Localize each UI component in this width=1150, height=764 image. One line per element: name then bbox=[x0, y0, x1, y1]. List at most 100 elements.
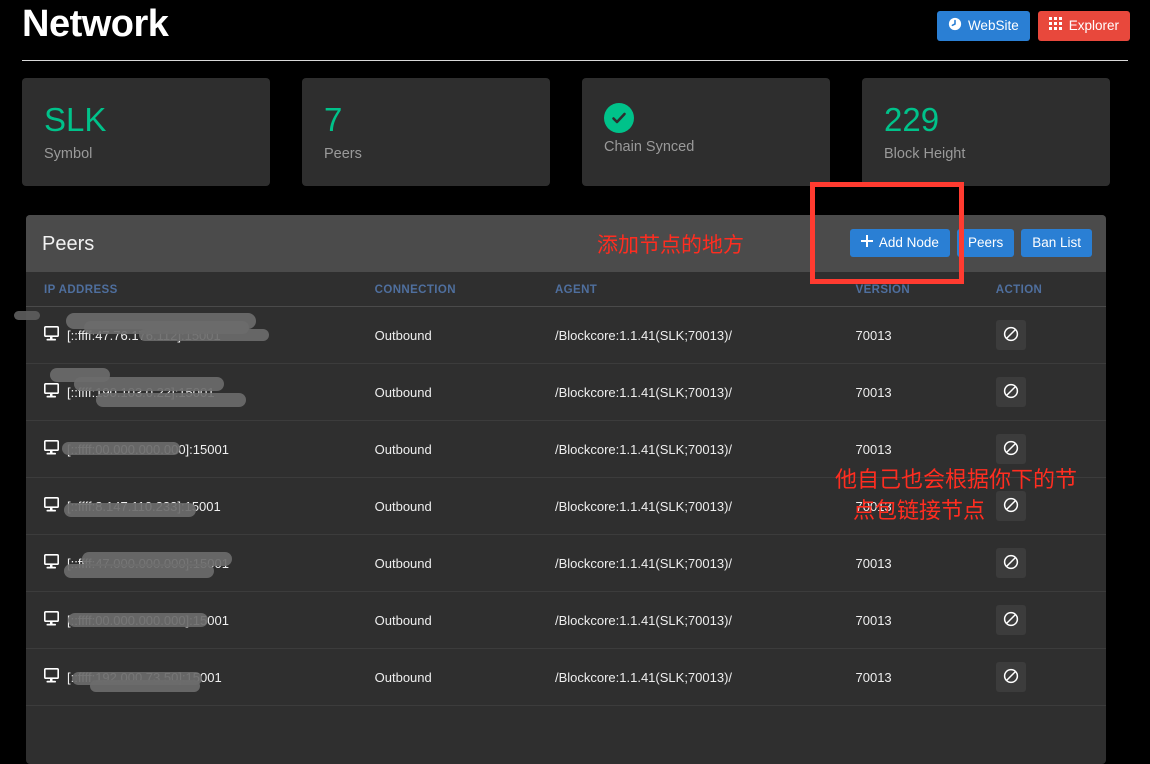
grid-icon bbox=[1048, 17, 1063, 35]
annotation-add-node-note: 添加节点的地方 bbox=[597, 234, 744, 257]
ban-peer-button[interactable] bbox=[995, 320, 1026, 350]
column-header-ip-address: IP ADDRESS bbox=[26, 272, 375, 307]
website-button-label: WebSite bbox=[967, 18, 1019, 33]
redaction-smudge bbox=[50, 368, 110, 382]
ban-icon bbox=[1003, 554, 1019, 573]
peer-ip-address: [::ffff:00.000.000.000]:15001 bbox=[67, 441, 229, 457]
column-header-agent: AGENT bbox=[554, 272, 856, 307]
peer-action-cell bbox=[995, 363, 1106, 421]
add-node-button[interactable]: Add Node bbox=[849, 229, 950, 257]
peer-connection: Outbound bbox=[374, 591, 555, 649]
chain-synced-label: Chain Synced bbox=[604, 139, 695, 155]
peer-ip-cell: [::ffff:00.000.000.000]:15001 bbox=[26, 591, 375, 649]
peer-ip-address: [::ffff:192.000.73.50]:15001 bbox=[67, 669, 222, 685]
peer-action-cell bbox=[995, 306, 1106, 364]
peer-ip-address: [::ffff:00.000.000.000]:15001 bbox=[67, 612, 229, 628]
symbol-label: Symbol bbox=[44, 146, 93, 162]
page-header: Network WebSite Explorer bbox=[0, 0, 1150, 66]
page-title: Network bbox=[22, 3, 169, 45]
ban-icon bbox=[1003, 668, 1019, 687]
block-height-label: Block Height bbox=[884, 146, 966, 162]
annotation-auto-connect-line2: 点包链接节点 bbox=[853, 498, 986, 523]
annotation-auto-connect-line1: 他自己也会根据你下的节 bbox=[835, 467, 1078, 492]
peer-version: 70013 bbox=[855, 591, 996, 649]
peer-ip-cell: [::ffff:47.76.176.112]:15001 bbox=[26, 306, 375, 364]
peer-agent: /Blockcore:1.1.41(SLK;70013)/ bbox=[554, 648, 856, 706]
peer-connection: Outbound bbox=[374, 420, 555, 478]
peers-tab-button-label: Peers bbox=[967, 235, 1004, 250]
table-row: [::ffff:00.000.000.000]:15001 Outbound /… bbox=[26, 591, 1106, 649]
ban-peer-button[interactable] bbox=[995, 662, 1026, 692]
desktop-icon bbox=[44, 326, 61, 344]
symbol-value: SLK bbox=[44, 101, 107, 138]
check-circle-icon bbox=[604, 103, 634, 133]
annotation-auto-connect-note: 他自己也会根据你下的节 点包链接节点 bbox=[835, 464, 1145, 526]
ban-icon bbox=[1003, 326, 1019, 345]
peer-action-cell bbox=[995, 591, 1106, 649]
column-header-version: VERSION bbox=[855, 272, 996, 307]
peers-table-head: IP ADDRESS CONNECTION AGENT VERSION ACTI… bbox=[26, 272, 1106, 307]
redaction-smudge bbox=[14, 311, 40, 320]
stat-cards: SLK Symbol 7 Peers Chain Synced 229 Bloc… bbox=[22, 78, 1128, 186]
ban-icon bbox=[1003, 611, 1019, 630]
desktop-icon bbox=[44, 611, 61, 629]
peer-ip-cell: [::ffff:00.000.000.000]:15001 bbox=[26, 420, 375, 478]
ban-list-button-label: Ban List bbox=[1032, 235, 1081, 250]
column-header-action: ACTION bbox=[995, 272, 1106, 307]
peers-table-header-row: IP ADDRESS CONNECTION AGENT VERSION ACTI… bbox=[26, 272, 1106, 307]
plus-icon bbox=[860, 235, 873, 251]
peer-connection: Outbound bbox=[374, 648, 555, 706]
header-actions: WebSite Explorer bbox=[936, 11, 1130, 41]
peer-version: 70013 bbox=[855, 648, 996, 706]
desktop-icon bbox=[44, 497, 61, 515]
desktop-icon bbox=[44, 668, 61, 686]
peer-agent: /Blockcore:1.1.41(SLK;70013)/ bbox=[554, 363, 856, 421]
peer-ip-cell: [::ffff:192.000.73.50]:15001 bbox=[26, 648, 375, 706]
explorer-button-label: Explorer bbox=[1068, 18, 1119, 33]
peer-agent: /Blockcore:1.1.41(SLK;70013)/ bbox=[554, 420, 856, 478]
stat-card-symbol: SLK Symbol bbox=[22, 78, 270, 186]
table-row: [::ffff:192.000.73.50]:15001 Outbound /B… bbox=[26, 648, 1106, 706]
peer-connection: Outbound bbox=[374, 477, 555, 535]
peer-version: 70013 bbox=[855, 306, 996, 364]
peer-ip-address: [::ffff:47.000.000.000]:15001 bbox=[67, 555, 229, 571]
header-divider bbox=[22, 60, 1128, 61]
peer-action-cell bbox=[995, 648, 1106, 706]
block-height-value: 229 bbox=[884, 101, 940, 138]
peer-agent: /Blockcore:1.1.41(SLK;70013)/ bbox=[554, 534, 856, 592]
column-header-connection: CONNECTION bbox=[374, 272, 555, 307]
peer-agent: /Blockcore:1.1.41(SLK;70013)/ bbox=[554, 306, 856, 364]
ban-peer-button[interactable] bbox=[995, 605, 1026, 635]
desktop-icon bbox=[44, 554, 61, 572]
website-button[interactable]: WebSite bbox=[936, 11, 1030, 41]
ban-peer-button[interactable] bbox=[995, 434, 1026, 464]
peer-ip-cell: [::ffff:190.103.0.22]:15001 bbox=[26, 363, 375, 421]
peers-panel-actions: Add Node Peers Ban List bbox=[849, 229, 1092, 257]
peer-ip-address: [::ffff:190.103.0.22]:15001 bbox=[67, 384, 215, 400]
clock-circle-icon bbox=[948, 17, 962, 35]
peers-tab-button[interactable]: Peers bbox=[956, 229, 1015, 257]
ban-peer-button[interactable] bbox=[995, 548, 1026, 578]
peer-agent: /Blockcore:1.1.41(SLK;70013)/ bbox=[554, 591, 856, 649]
peers-count-label: Peers bbox=[324, 146, 362, 162]
peer-connection: Outbound bbox=[374, 363, 555, 421]
add-node-button-label: Add Node bbox=[878, 235, 939, 250]
explorer-button[interactable]: Explorer bbox=[1037, 11, 1130, 41]
peer-connection: Outbound bbox=[374, 306, 555, 364]
peer-action-cell bbox=[995, 534, 1106, 592]
table-row: [::ffff:190.103.0.22]:15001 Outbound /Bl… bbox=[26, 363, 1106, 421]
peer-ip-cell: [::ffff:47.000.000.000]:15001 bbox=[26, 534, 375, 592]
peers-count-value: 7 bbox=[324, 101, 343, 138]
ban-icon bbox=[1003, 383, 1019, 402]
ban-list-button[interactable]: Ban List bbox=[1021, 229, 1092, 257]
stat-card-block-height: 229 Block Height bbox=[862, 78, 1110, 186]
peer-agent: /Blockcore:1.1.41(SLK;70013)/ bbox=[554, 477, 856, 535]
table-row: [::ffff:47.76.176.112]:15001 Outbound /B… bbox=[26, 306, 1106, 364]
stat-card-peers: 7 Peers bbox=[302, 78, 550, 186]
desktop-icon bbox=[44, 440, 61, 458]
ban-icon bbox=[1003, 440, 1019, 459]
ban-peer-button[interactable] bbox=[995, 377, 1026, 407]
peer-connection: Outbound bbox=[374, 534, 555, 592]
peer-ip-address: [::ffff:8.147.110.233]:15001 bbox=[67, 498, 221, 514]
desktop-icon bbox=[44, 383, 61, 401]
